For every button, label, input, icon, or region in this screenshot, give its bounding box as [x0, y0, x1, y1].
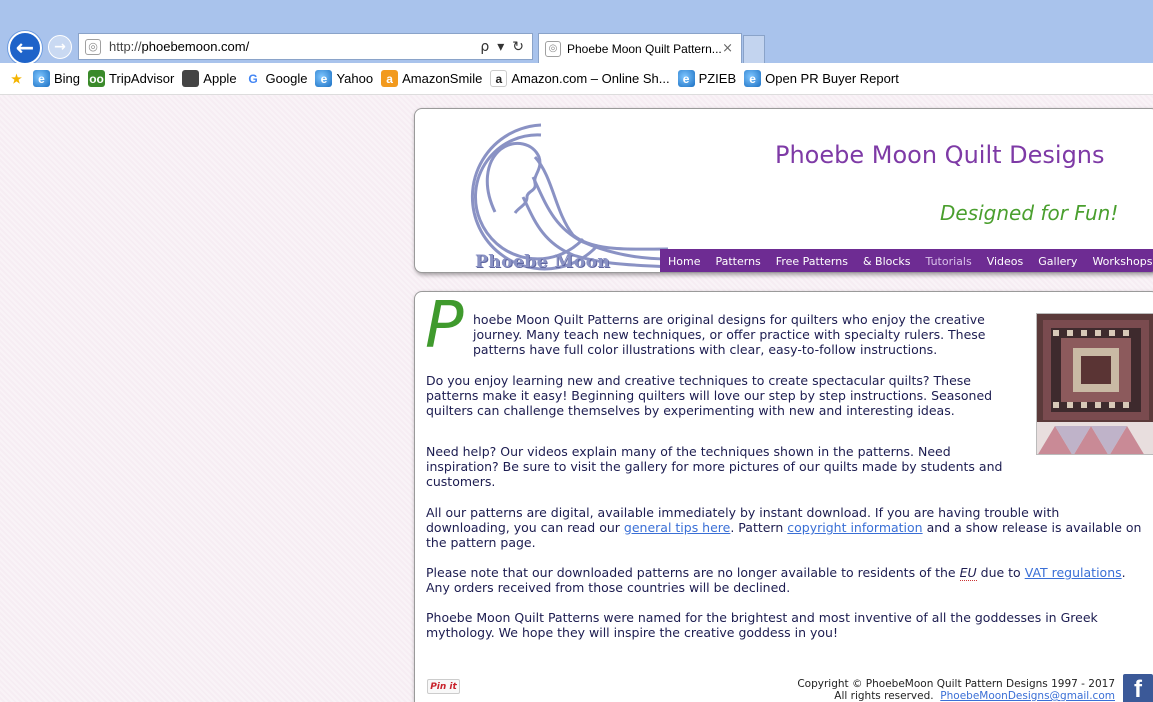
chevron-down-icon[interactable]: ▾ [497, 39, 504, 55]
vat-regulations-link[interactable]: VAT regulations [1025, 565, 1122, 580]
favorites-bar: ★ e Bing oo TripAdvisor Apple G Google e Yah… [0, 63, 1153, 95]
back-button[interactable]: ← [8, 31, 42, 65]
site-title: Phoebe Moon Quilt Designs [775, 141, 1105, 169]
amazon-icon: a [381, 70, 399, 87]
browser-tab[interactable]: ◎ Phoebe Moon Quilt Pattern... × [538, 33, 742, 63]
nav-tutorials[interactable]: Tutorials [926, 255, 972, 268]
apple-icon [182, 70, 200, 87]
techniques-paragraph: Do you enjoy learning new and creative t… [426, 373, 993, 418]
favorite-google[interactable]: G Google [245, 70, 307, 87]
ie-icon: e [677, 70, 695, 87]
nav-gallery[interactable]: Gallery [1038, 255, 1077, 268]
drop-cap: P [425, 291, 464, 363]
ie-icon: e [315, 70, 333, 87]
ie-icon: e [33, 70, 50, 87]
nav-free-patterns[interactable]: Free Patterns [776, 255, 848, 268]
nav-workshops[interactable]: Workshops [1092, 255, 1152, 268]
nav-blocks[interactable]: & Blocks [863, 255, 911, 268]
browser-chrome: ← → ◎ http://phoebemoon.com/ ρ ▾ ↻ ◎ Pho… [0, 0, 1153, 95]
forward-button[interactable]: → [48, 35, 72, 59]
main-content: P hoebe Moon Quilt Patterns are original… [414, 291, 1153, 702]
main-nav: Home Patterns Free Patterns & Blocks Tut… [660, 249, 1153, 272]
help-paragraph: Need help? Our videos explain many of th… [426, 444, 1003, 489]
copyright-notice: Copyright © PhoebeMoon Quilt Pattern Des… [797, 678, 1115, 702]
favorite-tripadvisor[interactable]: oo TripAdvisor [88, 70, 174, 87]
favorites-star-icon[interactable]: ★ [8, 70, 29, 87]
new-tab-button[interactable] [743, 35, 765, 63]
favorite-amazon[interactable]: a Amazon.com – Online Sh... [490, 70, 670, 87]
nav-videos[interactable]: Videos [987, 255, 1024, 268]
address-bar[interactable]: ◎ http://phoebemoon.com/ ρ ▾ ↻ [78, 33, 533, 60]
site-favicon-icon: ◎ [85, 38, 101, 55]
favorite-pzieb[interactable]: e PZIEB [677, 70, 736, 87]
favorite-apple[interactable]: Apple [182, 70, 237, 87]
nav-patterns[interactable]: Patterns [715, 255, 760, 268]
ie-icon: e [744, 70, 762, 87]
tab-favicon-icon: ◎ [545, 40, 561, 57]
nav-home[interactable]: Home [668, 255, 700, 268]
name-origin-paragraph: Phoebe Moon Quilt Patterns were named fo… [426, 610, 1098, 640]
amazon-icon: a [490, 70, 508, 87]
tripadvisor-icon: oo [88, 70, 106, 87]
download-paragraph: All our patterns are digital, available … [426, 505, 1142, 550]
logo-text: Phoebe Moon [475, 252, 611, 272]
phoebe-moon-logo[interactable] [423, 117, 673, 273]
facebook-icon[interactable]: f [1123, 674, 1153, 702]
site-tagline: Designed for Fun! [940, 201, 1119, 225]
refresh-icon[interactable]: ↻ [512, 39, 524, 55]
general-tips-link[interactable]: general tips here [624, 520, 730, 535]
google-icon: G [248, 71, 258, 86]
favorite-bing[interactable]: e Bing [33, 70, 80, 87]
favorite-amazonsmile[interactable]: a AmazonSmile [381, 70, 482, 87]
close-icon[interactable]: × [722, 41, 733, 56]
copyright-information-link[interactable]: copyright information [787, 520, 922, 535]
pinterest-pin-button[interactable]: Pin it [427, 679, 460, 694]
tab-title: Phoebe Moon Quilt Pattern... [567, 41, 722, 56]
favorite-open-pr[interactable]: e Open PR Buyer Report [744, 70, 899, 87]
favorite-yahoo[interactable]: e Yahoo [315, 70, 373, 87]
search-icon[interactable]: ρ [480, 39, 489, 55]
email-link[interactable]: PhoebeMoonDesigns@gmail.com [940, 690, 1115, 702]
back-arrow-icon: ← [15, 35, 35, 61]
site-header: Phoebe Moon Phoebe Moon Quilt Designs De… [414, 108, 1153, 273]
forward-arrow-icon: → [54, 39, 66, 55]
eu-notice-paragraph: Please note that our downloaded patterns… [426, 565, 1126, 595]
intro-paragraph: hoebe Moon Quilt Patterns are original d… [473, 312, 986, 357]
quilt-photo [1036, 313, 1153, 455]
eu-term: EU [959, 565, 977, 581]
address-url[interactable]: http://phoebemoon.com/ [109, 39, 480, 54]
